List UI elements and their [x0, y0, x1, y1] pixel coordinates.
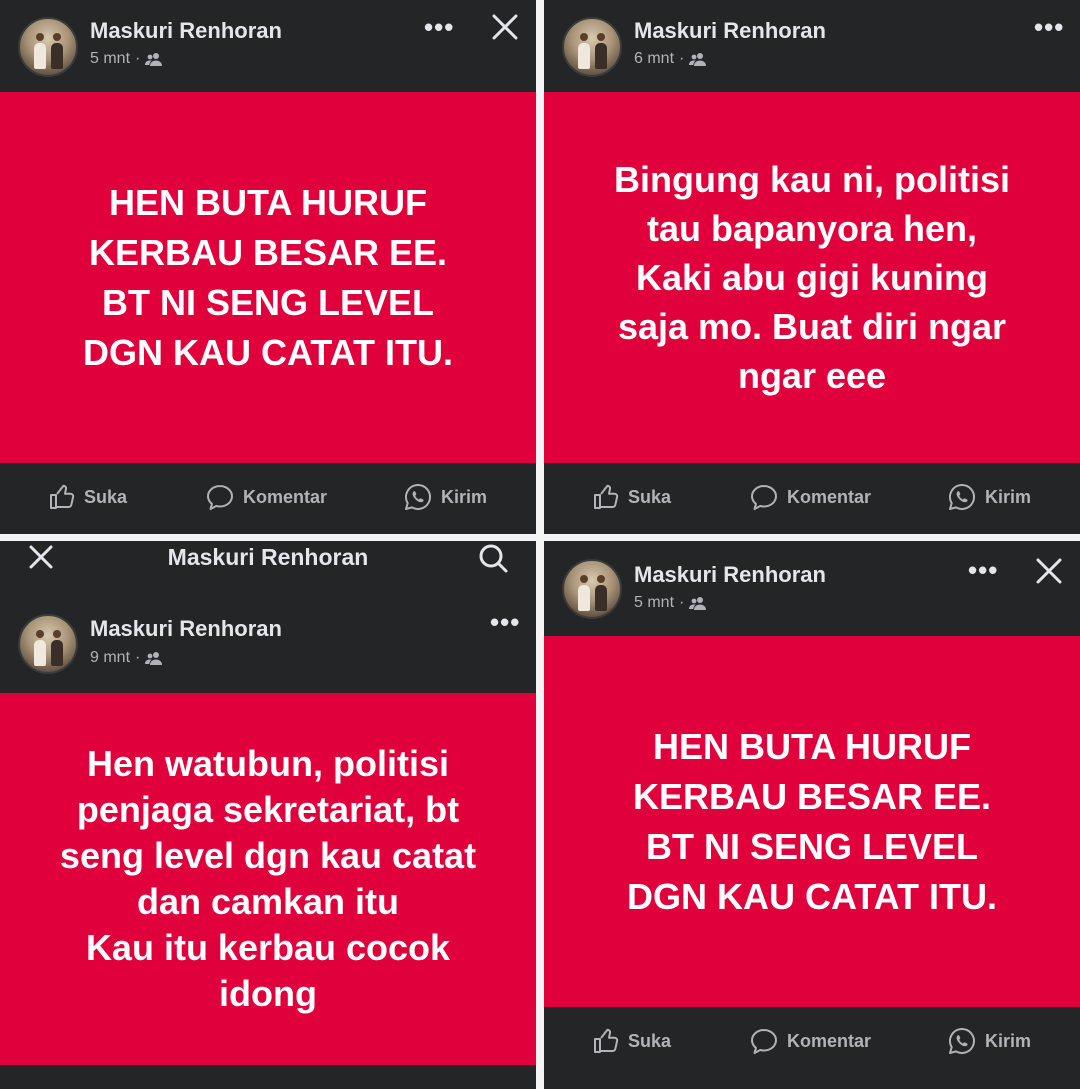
send-label: Kirim: [985, 486, 1032, 507]
post-meta: 9 mnt ·: [90, 649, 163, 667]
post-screenshot-1: Maskuri Renhoran 5 mnt · ••• HEN BUTA HU…: [0, 0, 536, 534]
send-button[interactable]: Kirim: [947, 482, 1031, 512]
thumbs-up-icon: [592, 483, 620, 511]
post-header: Maskuri Renhoran 9 mnt · •••: [0, 597, 536, 689]
post-text: HEN BUTA HURUF KERBAU BESAR EE. BT NI SE…: [83, 181, 453, 373]
meta-separator: ·: [135, 649, 141, 666]
thumbs-up-icon: [48, 483, 76, 511]
page-title: Maskuri Renhoran: [167, 544, 369, 570]
more-options-icon[interactable]: •••: [1034, 14, 1064, 40]
comment-bubble-icon: [749, 1027, 779, 1055]
post-body: Bingung kau ni, politisi tau bapanyora h…: [544, 92, 1080, 463]
comment-button[interactable]: Komentar: [205, 483, 327, 511]
post-time[interactable]: 9 mnt: [90, 649, 130, 667]
close-icon[interactable]: [490, 12, 520, 42]
post-meta: 6 mnt ·: [634, 50, 707, 68]
avatar[interactable]: [18, 614, 78, 674]
action-bar: Suka Komentar Kirim: [0, 463, 536, 531]
like-label: Suka: [628, 1030, 672, 1051]
post-meta: 5 mnt ·: [634, 594, 707, 612]
post-time[interactable]: 6 mnt: [634, 50, 674, 68]
friends-audience-icon: [689, 596, 707, 610]
post-screenshot-2: Maskuri Renhoran 6 mnt · ••• Bingung kau…: [544, 0, 1080, 534]
comment-bubble-icon: [205, 483, 235, 511]
like-button[interactable]: Suka: [48, 483, 127, 511]
post-text: Bingung kau ni, politisi tau bapanyora h…: [614, 159, 1010, 396]
action-bar: Suka Komentar Kirim: [544, 463, 1080, 531]
like-label: Suka: [84, 486, 128, 507]
avatar[interactable]: [562, 17, 622, 77]
whatsapp-icon: [403, 482, 433, 512]
meta-separator: ·: [135, 50, 141, 67]
post-body: Hen watubun, politisi penjaga sekretaria…: [0, 693, 536, 1065]
friends-audience-icon: [145, 52, 163, 66]
post-header: Maskuri Renhoran 6 mnt · •••: [544, 0, 1080, 92]
send-button[interactable]: Kirim: [947, 1026, 1031, 1056]
more-options-icon[interactable]: •••: [424, 14, 454, 40]
thumbs-up-icon: [592, 1027, 620, 1055]
comment-button[interactable]: Komentar: [749, 1027, 871, 1055]
post-text: Hen watubun, politisi penjaga sekretaria…: [59, 743, 477, 1014]
comment-label: Komentar: [787, 1030, 872, 1051]
comment-label: Komentar: [787, 486, 872, 507]
friends-audience-icon: [689, 52, 707, 66]
meta-separator: ·: [679, 50, 685, 67]
post-meta: 5 mnt ·: [90, 50, 163, 68]
avatar[interactable]: [562, 559, 622, 619]
avatar[interactable]: [18, 17, 78, 77]
post-time[interactable]: 5 mnt: [634, 594, 674, 612]
like-button[interactable]: Suka: [592, 483, 671, 511]
comment-label: Komentar: [243, 486, 328, 507]
whatsapp-icon: [947, 1026, 977, 1056]
close-icon[interactable]: [1034, 556, 1064, 586]
whatsapp-icon: [947, 482, 977, 512]
more-options-icon[interactable]: •••: [490, 609, 520, 635]
author-name[interactable]: Maskuri Renhoran: [634, 562, 826, 588]
post-header: Maskuri Renhoran 5 mnt · •••: [544, 541, 1080, 633]
like-label: Suka: [628, 486, 672, 507]
search-icon[interactable]: [476, 541, 510, 575]
post-body: HEN BUTA HURUF KERBAU BESAR EE. BT NI SE…: [544, 636, 1080, 1007]
post-body: HEN BUTA HURUF KERBAU BESAR EE. BT NI SE…: [0, 92, 536, 463]
post-text: HEN BUTA HURUF KERBAU BESAR EE. BT NI SE…: [627, 725, 997, 917]
author-name[interactable]: Maskuri Renhoran: [90, 616, 282, 642]
action-bar: Suka Komentar Kirim: [544, 1007, 1080, 1075]
post-screenshot-4: Maskuri Renhoran 5 mnt · ••• HEN BUTA HU…: [544, 541, 1080, 1089]
meta-separator: ·: [679, 594, 685, 611]
author-name[interactable]: Maskuri Renhoran: [634, 18, 826, 44]
comment-bubble-icon: [749, 483, 779, 511]
friends-audience-icon: [145, 651, 163, 665]
post-header: Maskuri Renhoran 5 mnt · •••: [0, 0, 536, 92]
top-navigation-bar: Maskuri Renhoran: [0, 541, 536, 577]
comment-button[interactable]: Komentar: [749, 483, 871, 511]
post-time[interactable]: 5 mnt: [90, 50, 130, 68]
more-options-icon[interactable]: •••: [968, 557, 998, 583]
like-button[interactable]: Suka: [592, 1027, 671, 1055]
author-name[interactable]: Maskuri Renhoran: [90, 18, 282, 44]
send-button[interactable]: Kirim: [403, 482, 487, 512]
send-label: Kirim: [441, 486, 488, 507]
send-label: Kirim: [985, 1030, 1032, 1051]
post-screenshot-3: Maskuri Renhoran Maskuri Renhoran 9 mnt …: [0, 541, 536, 1089]
